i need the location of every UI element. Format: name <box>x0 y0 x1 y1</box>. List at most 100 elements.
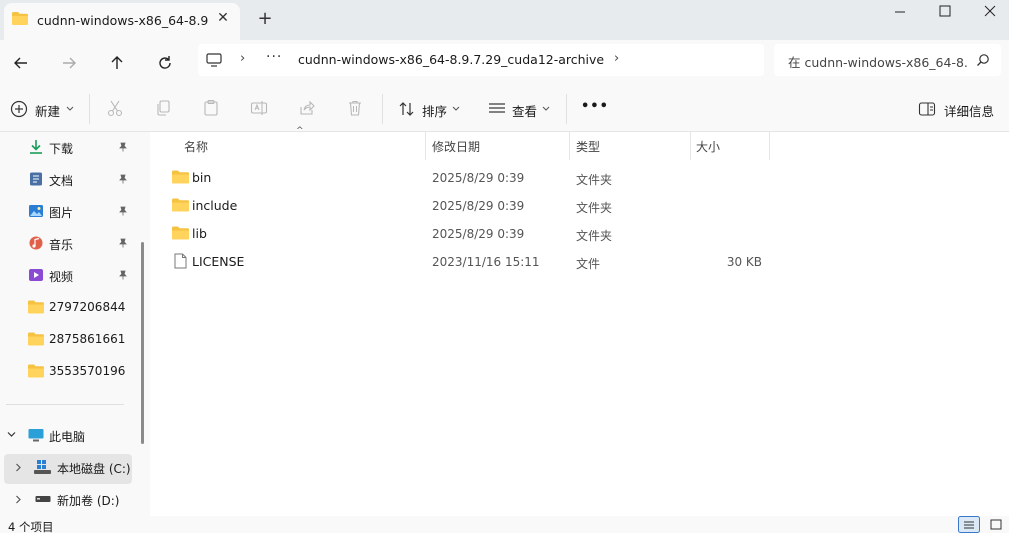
pin-icon[interactable] <box>118 206 128 216</box>
breadcrumb-current[interactable]: cudnn-windows-x86_64-8.9.7.29_cuda12-arc… <box>298 52 604 67</box>
details-pane-button[interactable]: 详细信息 <box>918 99 1000 119</box>
pin-icon[interactable] <box>118 174 128 184</box>
sidebar-item-folder[interactable]: 2875861661 <box>0 325 140 353</box>
search-icon[interactable] <box>976 53 990 67</box>
maximize-icon[interactable] <box>922 0 968 26</box>
sort-ascending-icon: ^ <box>296 126 304 136</box>
view-list-icon <box>489 103 505 113</box>
status-bar: 4 个项目 <box>0 516 1009 533</box>
sidebar-item-downloads[interactable]: 下载 <box>0 133 140 161</box>
breadcrumb-separator[interactable]: › <box>240 51 245 66</box>
back-arrow-icon[interactable] <box>8 50 34 76</box>
column-header-size[interactable]: 大小 <box>691 132 769 160</box>
sidebar-item-label: 视频 <box>49 270 74 284</box>
chevron-down-icon[interactable] <box>7 431 16 438</box>
sidebar-item-this-pc[interactable]: 此电脑 <box>0 421 140 449</box>
toolbar-divider <box>566 94 567 124</box>
details-pane-icon <box>918 102 936 116</box>
refresh-icon[interactable] <box>152 50 178 76</box>
sidebar-item-label: 2797206844 <box>49 300 126 314</box>
pin-icon[interactable] <box>118 142 128 152</box>
sidebar-item-documents[interactable]: 文档 <box>0 165 140 193</box>
file-row-bin[interactable]: bin 2025/8/29 0:39 文件夹 <box>164 163 904 191</box>
file-row-lib[interactable]: lib 2025/8/29 0:39 文件夹 <box>164 219 904 247</box>
file-type: 文件夹 <box>576 229 613 243</box>
file-date: 2023/11/16 15:11 <box>432 255 540 269</box>
file-name: lib <box>192 226 207 241</box>
up-arrow-icon[interactable] <box>104 50 130 76</box>
paste-icon[interactable] <box>202 99 220 117</box>
view-button-label: 查看 <box>512 104 538 119</box>
new-button[interactable]: 新建 <box>10 99 76 119</box>
more-options-button[interactable]: ••• <box>581 99 609 114</box>
close-icon[interactable] <box>967 0 1009 26</box>
sidebar-scrollbar[interactable] <box>141 242 144 444</box>
chevron-right-icon[interactable] <box>15 495 22 504</box>
file-type: 文件夹 <box>576 173 613 187</box>
tab-current[interactable]: cudnn-windows-x86_64-8.9.7.29_cuda12-arc… <box>4 3 240 40</box>
delete-icon[interactable] <box>346 99 364 117</box>
minimize-icon[interactable] <box>877 0 923 26</box>
command-bar: 新建 排序 查看 ••• 详细信息 <box>0 86 1009 132</box>
file-row-license[interactable]: LICENSE 2023/11/16 15:11 文件 30 KB <box>164 247 904 275</box>
picture-icon <box>29 205 43 217</box>
file-date: 2025/8/29 0:39 <box>432 171 525 185</box>
copy-icon[interactable] <box>154 99 172 117</box>
sidebar-item-pictures[interactable]: 图片 <box>0 197 140 225</box>
search-box[interactable]: 在 cudnn-windows-x86_64-8.9.7.29_cuda12-a… <box>774 44 1001 76</box>
chevron-right-icon[interactable] <box>15 463 22 472</box>
file-type: 文件夹 <box>576 201 613 215</box>
share-icon[interactable] <box>298 99 316 117</box>
tiles-view-icon[interactable] <box>985 516 1005 533</box>
sidebar-item-label: 下载 <box>49 142 74 156</box>
cut-icon[interactable] <box>106 99 124 117</box>
monitor-icon <box>28 429 44 442</box>
view-button[interactable]: 查看 <box>488 99 552 119</box>
pin-icon[interactable] <box>118 238 128 248</box>
sort-button[interactable]: 排序 <box>398 99 464 119</box>
pin-icon[interactable] <box>118 270 128 280</box>
toolbar-divider <box>382 94 383 124</box>
sidebar-item-label: 此电脑 <box>49 430 86 444</box>
file-name: bin <box>192 170 212 185</box>
sidebar-item-drive-d[interactable]: 新加卷 (D:) <box>0 485 140 513</box>
folder-icon <box>172 198 189 212</box>
details-view-icon[interactable] <box>958 516 980 533</box>
document-icon <box>30 172 42 186</box>
sidebar-item-drive-c[interactable]: 本地磁盘 (C:) <box>0 453 140 481</box>
new-tab-button[interactable]: + <box>256 10 274 28</box>
file-date: 2025/8/29 0:39 <box>432 227 525 241</box>
sidebar-item-videos[interactable]: 视频 <box>0 261 140 289</box>
folder-icon <box>28 364 44 378</box>
monitor-icon <box>206 53 222 67</box>
address-bar[interactable]: › ··· cudnn-windows-x86_64-8.9.7.29_cuda… <box>198 44 764 76</box>
column-header-label: 类型 <box>576 140 601 154</box>
file-name: include <box>192 198 238 213</box>
column-header-name[interactable]: ^ 名称 <box>164 126 426 160</box>
sidebar-item-folder[interactable]: 2797206844 <box>0 293 140 321</box>
sidebar-item-label: 2875861661 <box>49 332 126 346</box>
sidebar-item-music[interactable]: 音乐 <box>0 229 140 257</box>
windows-drive-icon <box>34 460 51 474</box>
file-size: 30 KB <box>726 255 762 269</box>
file-date: 2025/8/29 0:39 <box>432 199 525 213</box>
forward-arrow-icon[interactable] <box>56 50 82 76</box>
sidebar-item-folder[interactable]: 3553570196 <box>0 357 140 385</box>
sort-button-label: 排序 <box>422 104 448 119</box>
file-row-include[interactable]: include 2025/8/29 0:39 文件夹 <box>164 191 904 219</box>
column-divider[interactable] <box>769 132 770 160</box>
search-input[interactable]: 在 cudnn-windows-x86_64-8.9.7.29_cuda12-a… <box>788 52 968 71</box>
chevron-down-icon <box>66 106 74 111</box>
sidebar-item-label: 本地磁盘 (C:) <box>57 462 131 476</box>
column-header-type[interactable]: 类型 <box>570 132 690 160</box>
sidebar-item-label: 文档 <box>49 174 74 188</box>
breadcrumb-separator-end[interactable]: › <box>614 51 619 66</box>
breadcrumb-more-button[interactable]: ··· <box>266 49 282 65</box>
sidebar-item-label: 3553570196 <box>49 364 126 378</box>
rename-icon[interactable] <box>250 99 268 117</box>
tab-close-button[interactable]: ✕ <box>214 9 232 27</box>
sidebar-divider <box>6 404 124 405</box>
video-icon <box>29 269 43 281</box>
music-icon <box>29 236 43 250</box>
column-header-date[interactable]: 修改日期 <box>426 132 569 160</box>
